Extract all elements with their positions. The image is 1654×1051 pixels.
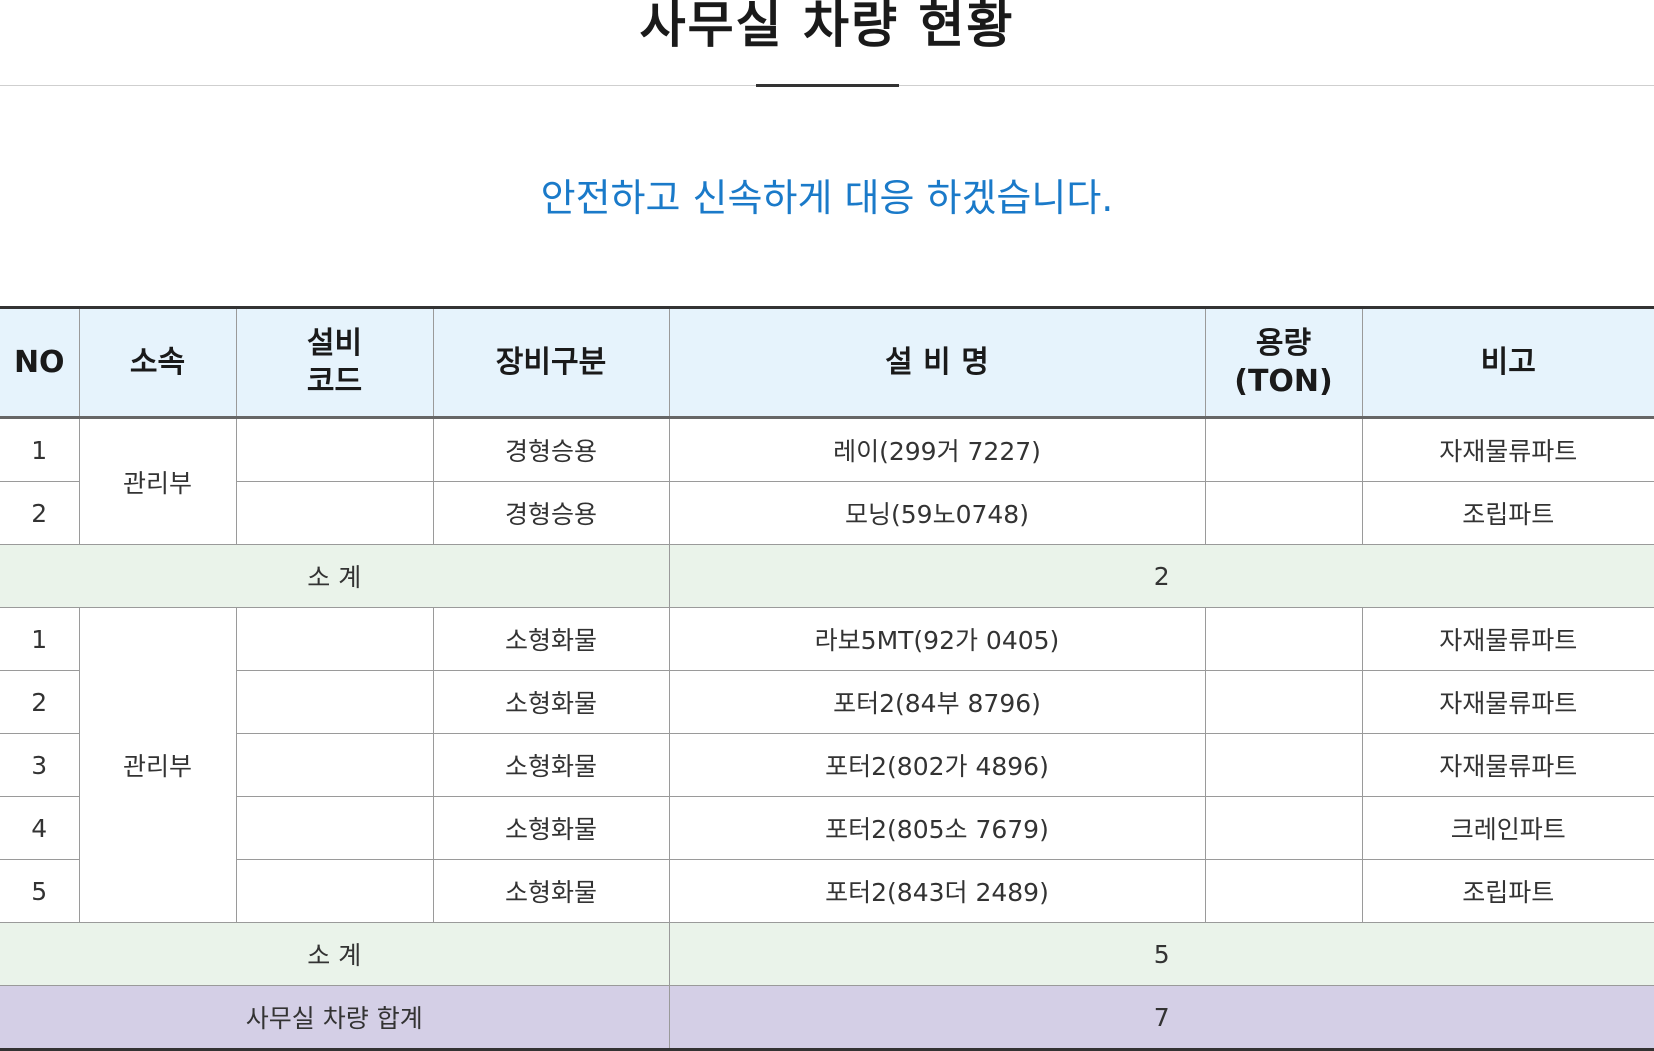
page-subtitle: 안전하고 신속하게 대응 하겠습니다. xyxy=(540,176,1114,220)
cell-no: 2 xyxy=(0,481,80,545)
cell-note: 자재물류파트 xyxy=(1361,670,1654,734)
table-row: 2 경형승용 모닝(59노0748) 조립파트 xyxy=(0,481,1654,545)
total-value: 7 xyxy=(668,985,1654,1051)
header-code-line1: 설비 xyxy=(306,325,363,361)
cell-code xyxy=(235,859,434,923)
cell-note: 자재물류파트 xyxy=(1361,607,1654,671)
cell-name: 포터2(802가 4896) xyxy=(668,733,1206,797)
cell-no: 5 xyxy=(0,859,80,923)
cell-name: 라보5MT(92가 0405) xyxy=(668,607,1206,671)
cell-note: 조립파트 xyxy=(1361,481,1654,545)
subtotal-row: 소 계 5 xyxy=(0,922,1654,986)
cell-name: 포터2(84부 8796) xyxy=(668,670,1206,734)
cell-code xyxy=(235,481,434,545)
table-row: 2 소형화물 포터2(84부 8796) 자재물류파트 xyxy=(0,670,1654,734)
header-dept: 소속 xyxy=(78,306,237,419)
table-header-row: NO 소속 설비 코드 장비구분 설 비 명 용량 (TON) 비고 xyxy=(0,306,1654,419)
table-row: 5 소형화물 포터2(843더 2489) 조립파트 xyxy=(0,859,1654,923)
header-capacity-line2: (TON) xyxy=(1234,363,1333,399)
subtotal-label: 소 계 xyxy=(0,544,670,608)
total-row: 사무실 차량 합계 7 xyxy=(0,985,1654,1051)
cell-code xyxy=(235,796,434,860)
header-code-line2: 코드 xyxy=(306,363,363,399)
cell-category: 경형승용 xyxy=(432,481,670,545)
cell-capacity xyxy=(1204,417,1363,482)
subtotal-label: 소 계 xyxy=(0,922,670,986)
cell-category: 소형화물 xyxy=(432,859,670,923)
cell-category: 경형승용 xyxy=(432,417,670,482)
cell-no: 1 xyxy=(0,607,80,671)
cell-capacity xyxy=(1204,859,1363,923)
cell-no: 2 xyxy=(0,670,80,734)
header-capacity-line1: 용량 xyxy=(1255,325,1312,361)
cell-capacity xyxy=(1204,733,1363,797)
cell-code xyxy=(235,607,434,671)
cell-dept: 관리부 xyxy=(78,417,237,545)
cell-no: 1 xyxy=(0,417,80,482)
table-row: 3 소형화물 포터2(802가 4896) 자재물류파트 xyxy=(0,733,1654,797)
cell-code xyxy=(235,733,434,797)
header-capacity: 용량 (TON) xyxy=(1204,306,1363,419)
page-title: 사무실 차량 현황 xyxy=(639,0,1015,54)
total-label: 사무실 차량 합계 xyxy=(0,985,670,1051)
cell-code xyxy=(235,417,434,482)
cell-capacity xyxy=(1204,670,1363,734)
cell-category: 소형화물 xyxy=(432,607,670,671)
header-no: NO xyxy=(0,306,80,419)
cell-capacity xyxy=(1204,607,1363,671)
cell-capacity xyxy=(1204,796,1363,860)
cell-name: 레이(299거 7227) xyxy=(668,417,1206,482)
cell-category: 소형화물 xyxy=(432,670,670,734)
cell-category: 소형화물 xyxy=(432,733,670,797)
cell-name: 포터2(843더 2489) xyxy=(668,859,1206,923)
cell-note: 조립파트 xyxy=(1361,859,1654,923)
vehicle-table: NO 소속 설비 코드 장비구분 설 비 명 용량 (TON) 비고 1 관리부… xyxy=(0,306,1654,1051)
cell-note: 자재물류파트 xyxy=(1361,733,1654,797)
title-accent-bar xyxy=(756,84,899,87)
cell-name: 모닝(59노0748) xyxy=(668,481,1206,545)
cell-category: 소형화물 xyxy=(432,796,670,860)
cell-dept: 관리부 xyxy=(78,607,237,923)
subtotal-row: 소 계 2 xyxy=(0,544,1654,608)
header-code: 설비 코드 xyxy=(235,306,434,419)
subtotal-value: 5 xyxy=(668,922,1654,986)
header-note: 비고 xyxy=(1361,306,1654,419)
subtotal-value: 2 xyxy=(668,544,1654,608)
cell-code xyxy=(235,670,434,734)
header-category: 장비구분 xyxy=(432,306,670,419)
cell-no: 3 xyxy=(0,733,80,797)
cell-capacity xyxy=(1204,481,1363,545)
cell-no: 4 xyxy=(0,796,80,860)
header-name: 설 비 명 xyxy=(668,306,1206,419)
table-row: 1 관리부 소형화물 라보5MT(92가 0405) 자재물류파트 xyxy=(0,607,1654,923)
cell-note: 크레인파트 xyxy=(1361,796,1654,860)
table-row: 1 관리부 경형승용 레이(299거 7227) 자재물류파트 xyxy=(0,417,1654,545)
cell-name: 포터2(805소 7679) xyxy=(668,796,1206,860)
table-row: 4 소형화물 포터2(805소 7679) 크레인파트 xyxy=(0,796,1654,860)
cell-note: 자재물류파트 xyxy=(1361,417,1654,482)
